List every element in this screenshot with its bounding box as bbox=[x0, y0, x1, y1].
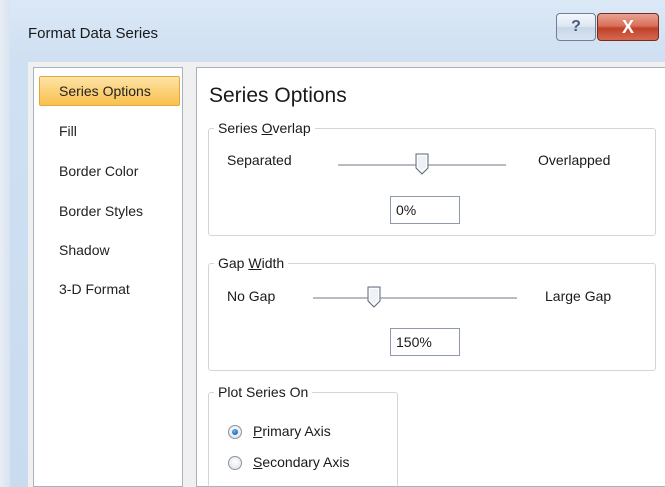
series-overlap-input[interactable]: 0% bbox=[390, 196, 460, 224]
gap-width-min-label: No Gap bbox=[227, 288, 276, 304]
help-button[interactable]: ? bbox=[556, 13, 596, 41]
nav-item-series-options[interactable]: Series Options bbox=[39, 76, 180, 106]
nav-item-fill[interactable]: Fill bbox=[39, 116, 180, 146]
gap-width-input[interactable]: 150% bbox=[390, 328, 460, 356]
nav-item-label: Series Options bbox=[59, 83, 151, 99]
nav-item-border-styles[interactable]: Border Styles bbox=[39, 196, 180, 226]
close-icon: X bbox=[621, 16, 634, 37]
help-icon: ? bbox=[571, 18, 581, 35]
gap-width-label: Gap Width bbox=[214, 255, 289, 271]
nav-item-shadow[interactable]: Shadow bbox=[39, 235, 180, 265]
nav-item-label: Fill bbox=[59, 123, 77, 139]
nav-item-label: Border Color bbox=[59, 163, 139, 179]
primary-axis-label[interactable]: Primary Axis bbox=[253, 423, 331, 439]
window-title: Format Data Series bbox=[28, 25, 159, 42]
gap-width-slider-track[interactable] bbox=[313, 297, 517, 300]
secondary-axis-radio[interactable] bbox=[228, 456, 242, 470]
nav-item-border-color[interactable]: Border Color bbox=[39, 156, 180, 186]
title-bar[interactable]: Format Data Series ? X bbox=[0, 0, 665, 62]
nav-item-label: Border Styles bbox=[59, 203, 144, 219]
series-overlap-min-label: Separated bbox=[227, 152, 292, 168]
gap-width-max-label: Large Gap bbox=[545, 288, 612, 304]
series-overlap-slider-thumb[interactable] bbox=[415, 153, 429, 175]
nav-item-label: Shadow bbox=[59, 242, 110, 258]
plot-series-on-label: Plot Series On bbox=[214, 384, 313, 400]
series-overlap-max-label: Overlapped bbox=[538, 152, 611, 168]
secondary-axis-label[interactable]: Secondary Axis bbox=[253, 454, 350, 470]
primary-axis-radio[interactable] bbox=[228, 425, 242, 439]
nav-item-label: 3-D Format bbox=[59, 281, 130, 297]
close-button[interactable]: X bbox=[597, 13, 659, 41]
gap-width-slider-thumb[interactable] bbox=[367, 286, 381, 308]
category-list: Series Options Fill Border Color Border … bbox=[33, 67, 183, 487]
dialog-window: Format Data Series ? X Series Options Fi… bbox=[0, 0, 665, 487]
window-left-edge bbox=[0, 0, 10, 487]
nav-item-3d-format[interactable]: 3-D Format bbox=[39, 274, 180, 304]
plot-series-on-group bbox=[208, 392, 398, 487]
page-title: Series Options bbox=[209, 84, 347, 107]
series-overlap-label: Series Overlap bbox=[214, 120, 315, 136]
